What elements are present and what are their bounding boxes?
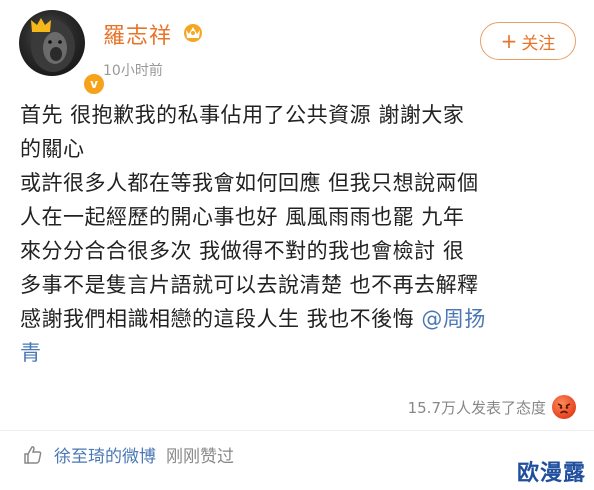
angry-face-icon (552, 395, 576, 419)
crown-icon (31, 18, 51, 32)
follow-label: 关注 (521, 33, 556, 54)
follow-button[interactable]: + 关注 (480, 22, 576, 60)
reaction-summary[interactable]: 15.7万人发表了态度 (408, 395, 576, 419)
post-line: 多事不是隻言片語就可以去說清楚 也不再去解釋 (20, 273, 479, 297)
post-line-text: 感謝我們相識相戀的這段人生 我也不後悔 (20, 307, 422, 331)
lion-image (19, 10, 85, 76)
mention-link[interactable]: @周扬 (421, 307, 486, 331)
plus-icon: + (500, 29, 518, 53)
reaction-count: 15.7万人发表了态度 (407, 398, 546, 417)
post-line-last: 感謝我們相識相戀的這段人生 我也不後悔 @周扬 (20, 302, 580, 336)
liked-user-link[interactable]: 徐至琦的微博 (54, 442, 156, 467)
post-text: 首先 很抱歉我的私事佔用了公共資源 謝謝大家 的關心 或許很多人都在等我會如何回… (20, 98, 580, 370)
post-time: 10小时前 (103, 63, 163, 79)
post-line: 人在一起經歷的開心事也好 風風雨雨也罷 九年 (20, 205, 465, 229)
post-line: 來分分合合很多次 我做得不對的我也會檢討 很 (20, 239, 465, 263)
post-line: 或許很多人都在等我會如何回應 但我只想說兩個 (20, 171, 479, 195)
username[interactable]: 羅志祥 (103, 18, 172, 50)
thumbs-up-icon (24, 445, 42, 464)
post-line: 的關心 (20, 137, 85, 161)
liked-by-row: 徐至琦的微博 刚刚赞过 (22, 442, 234, 467)
vip-crown-icon[interactable] (180, 20, 206, 42)
watermark: 欧漫露 (516, 461, 586, 486)
avatar[interactable]: v (19, 10, 106, 96)
post-line: 首先 很抱歉我的私事佔用了公共資源 謝謝大家 (20, 103, 465, 127)
liked-action: 刚刚赞过 (166, 447, 234, 467)
divider (0, 430, 594, 431)
mention-link-continued[interactable]: 青 (20, 336, 580, 370)
